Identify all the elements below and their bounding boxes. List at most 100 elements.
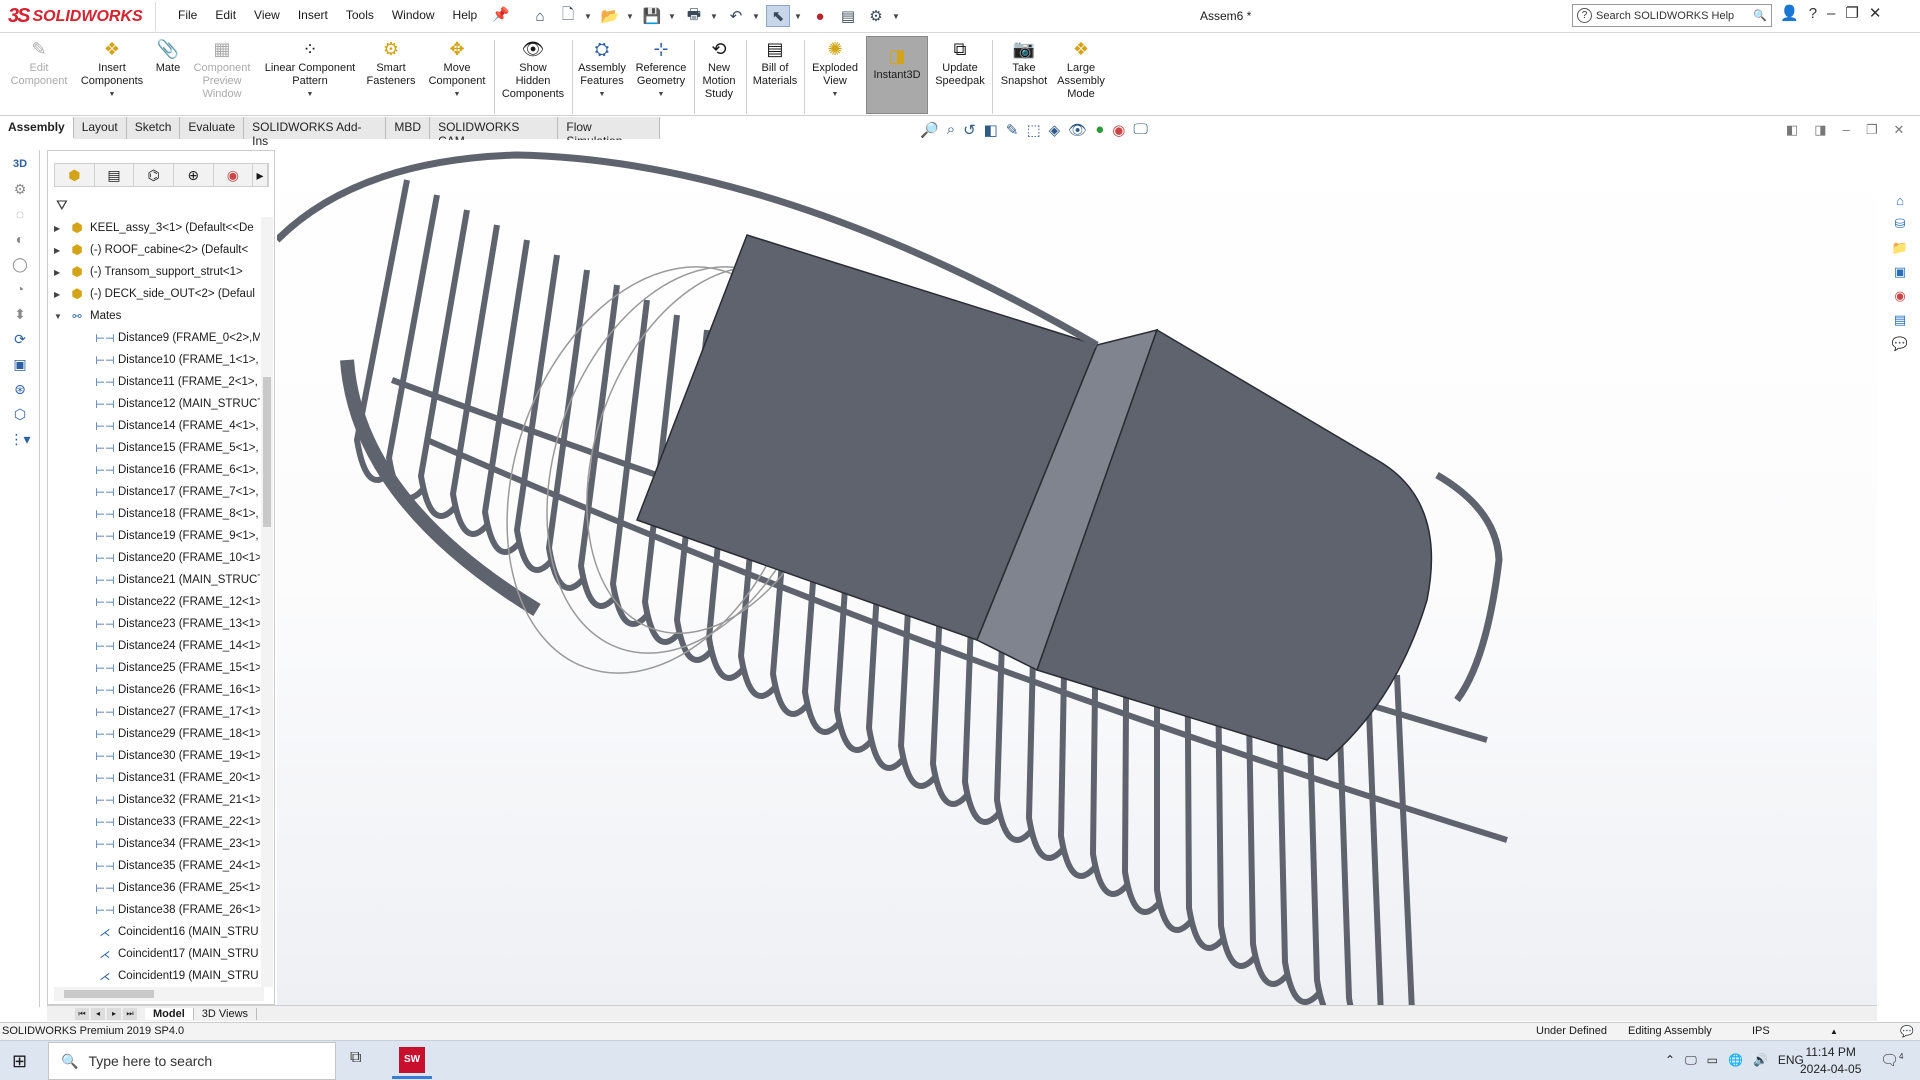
boat-hull-model[interactable]: Y X bbox=[234, 140, 1877, 1077]
viewport-close-icon[interactable]: ✕ bbox=[1893, 122, 1904, 138]
next-tab-icon[interactable]: ▸ bbox=[107, 1007, 121, 1020]
solidworks-logo[interactable]: 3S SOLIDWORKS bbox=[8, 2, 156, 31]
solidworks-taskbar-app[interactable]: SW bbox=[392, 1043, 432, 1079]
pin-menu-icon[interactable]: 📌 bbox=[492, 6, 509, 23]
exploded-view-button[interactable]: ✺ Exploded View ▼ bbox=[808, 38, 862, 101]
tree-component-row[interactable]: ▶ ⬢ (-) DECK_side_OUT<2> (Defaul bbox=[48, 283, 260, 305]
edit-appearance-icon[interactable]: ● bbox=[1095, 121, 1104, 139]
appearance-icon[interactable]: ◔ bbox=[9, 278, 31, 300]
tree-mates-folder[interactable]: ▼ ⚯ Mates bbox=[48, 305, 260, 327]
save-dropdown-icon[interactable]: ▼ bbox=[668, 12, 678, 21]
tree-mate-row[interactable]: ⊢⊣ Distance26 (FRAME_16<1> bbox=[48, 679, 260, 701]
display-style-icon[interactable]: ◈ bbox=[1049, 121, 1061, 139]
tree-mate-row[interactable]: ⊢⊣ Distance20 (FRAME_10<1> bbox=[48, 547, 260, 569]
menu-help[interactable]: Help bbox=[453, 8, 478, 22]
options-dropdown-icon[interactable]: ▼ bbox=[892, 12, 902, 21]
tree-component-row[interactable]: ▶ ⬢ KEEL_assy_3<1> (Default<<De bbox=[48, 217, 260, 239]
reference-geometry-button[interactable]: ⊹ Reference Geometry ▼ bbox=[632, 38, 690, 101]
meet-now-icon[interactable]: 🖵 bbox=[1685, 1053, 1697, 1068]
mate-button[interactable]: 📎 Mate bbox=[152, 38, 184, 75]
box-icon[interactable]: ⬡ bbox=[9, 403, 31, 425]
expand-arrow-icon[interactable]: ▶ bbox=[54, 224, 68, 233]
notification-center-icon[interactable]: 🗨4 bbox=[1880, 1051, 1904, 1069]
help-search-input[interactable]: Search SOLIDWORKS Help bbox=[1596, 10, 1734, 22]
volume-icon[interactable]: 🔊 bbox=[1753, 1053, 1768, 1068]
tabs-scroll-right-icon[interactable]: ▸ bbox=[253, 164, 268, 186]
tree-mate-row[interactable]: ⋌ Coincident16 (MAIN_STRU bbox=[48, 921, 260, 943]
viewport-minimize-icon[interactable]: – bbox=[1843, 122, 1850, 138]
print-dropdown-icon[interactable]: ▼ bbox=[710, 12, 720, 21]
file-explorer-icon[interactable]: 📁 bbox=[1890, 238, 1910, 258]
linear-component-pattern-button[interactable]: ⁘ Linear Component Pattern ▼ bbox=[258, 38, 362, 101]
take-snapshot-button[interactable]: 📷 Take Snapshot bbox=[996, 38, 1052, 88]
expand-arrow-icon[interactable]: ▶ bbox=[54, 246, 68, 255]
display-manager-tab-icon[interactable]: ◉ bbox=[214, 164, 254, 186]
new-motion-study-button[interactable]: ⟲ New Motion Study bbox=[698, 38, 740, 101]
update-speedpak-button[interactable]: ⧉ Update Speedpak bbox=[934, 38, 986, 88]
previous-view-icon[interactable]: ↺ bbox=[963, 121, 976, 139]
undo-dropdown-icon[interactable]: ▼ bbox=[752, 12, 762, 21]
assembly-features-dropdown-icon[interactable]: ▼ bbox=[599, 88, 606, 101]
hide-show-items-icon[interactable]: 👁 bbox=[1068, 121, 1087, 139]
design-library-icon[interactable]: ⛁ bbox=[1890, 214, 1910, 234]
menu-file[interactable]: File bbox=[178, 8, 197, 22]
tree-mate-row[interactable]: ⋌ Coincident19 (MAIN_STRU bbox=[48, 965, 260, 985]
menu-view[interactable]: View bbox=[254, 8, 280, 22]
large-assembly-mode-button[interactable]: ❖ Large Assembly Mode bbox=[1056, 38, 1106, 101]
tab-flow-simulation[interactable]: Flow Simulation bbox=[558, 117, 660, 148]
tree-mate-row[interactable]: ⊢⊣ Distance18 (FRAME_8<1>, bbox=[48, 503, 260, 525]
tab-sketch[interactable]: Sketch bbox=[126, 117, 181, 139]
menu-insert[interactable]: Insert bbox=[298, 8, 328, 22]
tree-mate-row[interactable]: ⊢⊣ Distance12 (MAIN_STRUCT bbox=[48, 393, 260, 415]
rotate-icon[interactable]: ⟳ bbox=[9, 328, 31, 350]
graphics-area[interactable]: Y X bbox=[234, 140, 1877, 1077]
tab-addins[interactable]: SOLIDWORKS Add-Ins bbox=[244, 117, 387, 148]
menu-tools[interactable]: Tools bbox=[346, 8, 374, 22]
tree-mate-row[interactable]: ⊢⊣ Distance33 (FRAME_22<1> bbox=[48, 811, 260, 833]
tree-filter-icon[interactable]: ⛛ bbox=[56, 197, 68, 214]
edit-component-button[interactable]: ✎ Edit Component bbox=[8, 38, 70, 88]
zoom-to-area-icon[interactable]: ⌕ bbox=[947, 121, 955, 139]
view-palette-icon[interactable]: ▣ bbox=[1890, 262, 1910, 282]
battery-icon[interactable]: ▭ bbox=[1707, 1053, 1718, 1068]
tree-mate-row[interactable]: ⊢⊣ Distance34 (FRAME_23<1> bbox=[48, 833, 260, 855]
instant3d-button[interactable]: ◨ Instant3D bbox=[866, 36, 928, 114]
restore-icon[interactable]: ❐ bbox=[1845, 4, 1858, 22]
open-icon[interactable]: 📂 bbox=[598, 5, 622, 27]
view-settings-icon[interactable]: 🖵 bbox=[1133, 121, 1147, 139]
prev-tab-icon[interactable]: ◂ bbox=[91, 1007, 105, 1020]
select-icon[interactable]: ⬉ bbox=[766, 5, 790, 27]
view-orientation-icon[interactable]: ⬚ bbox=[1026, 121, 1040, 139]
tab-evaluate[interactable]: Evaluate bbox=[180, 117, 245, 139]
move-component-dropdown-icon[interactable]: ▼ bbox=[454, 88, 461, 101]
tree-mate-row[interactable]: ⊢⊣ Distance38 (FRAME_26<1> bbox=[48, 899, 260, 921]
undo-icon[interactable]: ↶ bbox=[724, 5, 748, 27]
expand-arrow-icon[interactable]: ▶ bbox=[54, 290, 68, 299]
open-dropdown-icon[interactable]: ▼ bbox=[626, 12, 636, 21]
tree-horizontal-scrollbar[interactable] bbox=[54, 987, 264, 1001]
file-properties-icon[interactable]: ▤ bbox=[836, 5, 860, 27]
tree-mate-row[interactable]: ⊢⊣ Distance16 (FRAME_6<1>, bbox=[48, 459, 260, 481]
custom-properties-icon[interactable]: ▤ bbox=[1890, 310, 1910, 330]
rebuild-traffic-light-icon[interactable]: ● bbox=[808, 5, 832, 27]
tile-right-icon[interactable]: ◨ bbox=[1814, 122, 1826, 138]
component-preview-window-button[interactable]: ▦ Component Preview Window bbox=[190, 38, 254, 101]
dimxpert-tab-icon[interactable]: ⊕ bbox=[174, 164, 214, 186]
tile-left-icon[interactable]: ◧ bbox=[1786, 122, 1798, 138]
print-icon[interactable]: 🖶 bbox=[682, 5, 706, 27]
tree-vertical-scrollbar[interactable] bbox=[261, 217, 273, 987]
tree-mate-row[interactable]: ⊢⊣ Distance9 (FRAME_0<2>,M bbox=[48, 327, 260, 349]
hide-component-icon[interactable]: ◯ bbox=[9, 253, 31, 275]
new-dropdown-icon[interactable]: ▼ bbox=[584, 12, 594, 21]
show-hidden-icons-icon[interactable]: ⌃ bbox=[1665, 1053, 1675, 1068]
save-icon[interactable]: 💾 bbox=[640, 5, 664, 27]
tree-mate-row[interactable]: ⊢⊣ Distance29 (FRAME_18<1> bbox=[48, 723, 260, 745]
apply-scene-icon[interactable]: ◉ bbox=[1112, 121, 1125, 139]
minimize-icon[interactable]: – bbox=[1827, 5, 1835, 22]
tree-mate-row[interactable]: ⊢⊣ Distance27 (FRAME_17<1> bbox=[48, 701, 260, 723]
zoom-to-fit-icon[interactable]: 🔎 bbox=[920, 121, 939, 139]
tab-mbd[interactable]: MBD bbox=[386, 117, 431, 139]
property-manager-tab-icon[interactable]: ▤ bbox=[95, 164, 135, 186]
move-icon[interactable]: ⬍ bbox=[9, 303, 31, 325]
menu-edit[interactable]: Edit bbox=[215, 8, 236, 22]
